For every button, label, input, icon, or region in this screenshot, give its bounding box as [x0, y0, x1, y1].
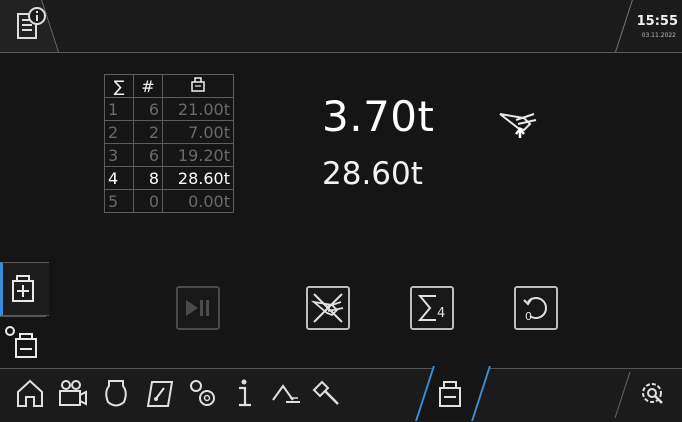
weighing-icon — [439, 381, 461, 407]
play-pause-button[interactable] — [176, 286, 220, 330]
nav-camera[interactable] — [52, 372, 92, 416]
home-icon — [17, 379, 43, 407]
weight-icon — [191, 77, 205, 92]
info-icon — [239, 379, 251, 407]
weight-column-header — [162, 74, 234, 98]
row-count: 2 — [133, 120, 163, 144]
row-index: 3 — [104, 143, 134, 167]
nav-info[interactable] — [224, 372, 264, 416]
sum-load-value: 28.60t — [322, 156, 423, 192]
play-pause-icon — [186, 300, 209, 316]
screen: 15:55 03.11.2022 ∑ # 1 6 21.00t 2 2 7.00… — [0, 0, 682, 422]
row-weight: 28.60t — [162, 166, 234, 190]
row-weight: 19.20t — [162, 143, 234, 167]
nav-settings[interactable] — [632, 372, 672, 416]
row-weight: 7.00t — [162, 120, 234, 144]
row-index: 1 — [104, 97, 134, 121]
row-count: 8 — [133, 166, 163, 190]
crane-off-icon — [310, 293, 344, 323]
row-weight: 21.00t — [162, 97, 234, 121]
table-row[interactable]: 3 6 19.20t — [104, 143, 234, 167]
row-index: 2 — [104, 120, 134, 144]
nav-home[interactable] — [10, 372, 50, 416]
level-icon — [272, 384, 300, 403]
table-row-active[interactable]: 4 8 28.60t — [104, 166, 234, 190]
row-index: 5 — [104, 189, 134, 213]
nav-level[interactable] — [266, 372, 306, 416]
nav-weighing[interactable] — [430, 372, 470, 416]
current-load-value: 3.70t — [322, 92, 435, 141]
camera-icon — [59, 380, 87, 406]
reset-rotate-icon — [523, 297, 547, 319]
nav-gears[interactable] — [182, 372, 222, 416]
hammer-icon — [312, 380, 339, 405]
sum-index-label: 4 — [437, 306, 446, 321]
nav-hammer[interactable] — [306, 372, 346, 416]
row-count: 6 — [133, 143, 163, 167]
weight-add-icon — [12, 275, 34, 302]
gauge-icon — [146, 381, 174, 407]
document-info-icon[interactable] — [13, 6, 49, 42]
add-weight-tab[interactable] — [0, 262, 49, 316]
sum-button[interactable]: 4 — [410, 286, 454, 330]
crane-off-button[interactable] — [306, 286, 350, 330]
settings-icon — [642, 383, 663, 404]
gears-icon — [190, 380, 215, 406]
nav-gauge[interactable] — [140, 372, 180, 416]
table-header-row: ∑ # — [104, 74, 234, 98]
reset-button[interactable]: 0 — [514, 286, 558, 330]
clock-date: 03.11.2022 — [641, 32, 676, 39]
row-count: 6 — [133, 97, 163, 121]
sum-column-header: ∑ — [104, 74, 134, 98]
row-weight: 0.00t — [162, 189, 234, 213]
sum-icon — [417, 295, 436, 321]
reset-zero-label: 0 — [525, 310, 532, 323]
table-row[interactable]: 1 6 21.00t — [104, 97, 234, 121]
crane-hook-up-icon — [499, 113, 537, 138]
count-column-header: # — [133, 74, 163, 98]
zero-weight-tab[interactable] — [0, 316, 46, 367]
weight-zero-icon — [5, 326, 37, 358]
row-count: 0 — [133, 189, 163, 213]
table-row[interactable]: 5 0 0.00t — [104, 189, 234, 213]
nav-bucket[interactable] — [96, 372, 136, 416]
weighing-table: ∑ # 1 6 21.00t 2 2 7.00t 3 6 19.20t 4 8 … — [104, 74, 234, 213]
clock-time: 15:55 — [636, 14, 678, 29]
bucket-icon — [105, 380, 127, 407]
top-bar: 15:55 03.11.2022 — [0, 0, 682, 53]
row-index: 4 — [104, 166, 134, 190]
table-row[interactable]: 2 2 7.00t — [104, 120, 234, 144]
